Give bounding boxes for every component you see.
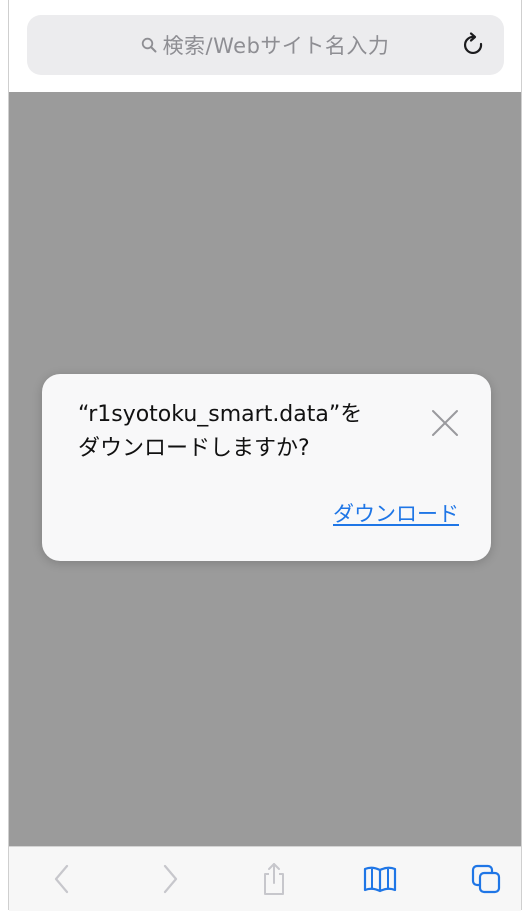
bottom-toolbar — [9, 846, 521, 911]
chevron-right-icon — [163, 864, 178, 894]
back-button[interactable] — [37, 847, 87, 911]
dialog-message-line2: ダウンロードしますか? — [78, 436, 310, 461]
forward-button[interactable] — [145, 847, 195, 911]
download-dialog: “r1syotoku_smart.data”を ダウンロードしますか? ダウンロ… — [42, 374, 491, 561]
reload-icon — [463, 32, 483, 55]
tabs-button[interactable] — [461, 847, 511, 911]
search-placeholder: 検索/Webサイト名入力 — [162, 34, 390, 58]
address-bar-area: 検索/Webサイト名入力 — [9, 0, 521, 92]
share-icon — [264, 863, 284, 895]
bookmarks-button[interactable] — [355, 847, 405, 911]
close-button[interactable] — [430, 408, 460, 438]
search-icon — [141, 37, 157, 53]
address-bar-content: 検索/Webサイト名入力 — [65, 15, 465, 75]
dialog-message-line1: “r1syotoku_smart.data”を — [78, 402, 363, 427]
book-icon — [363, 866, 397, 893]
close-icon — [432, 410, 458, 436]
share-button[interactable] — [249, 847, 299, 911]
dialog-message: “r1syotoku_smart.data”を ダウンロードしますか? — [78, 398, 398, 466]
reload-button[interactable] — [458, 29, 490, 61]
chevron-left-icon — [54, 864, 69, 894]
page-content-overlay: “r1syotoku_smart.data”を ダウンロードしますか? ダウンロ… — [9, 92, 521, 846]
tabs-icon — [471, 864, 501, 894]
download-button[interactable]: ダウンロード — [333, 498, 459, 528]
address-bar[interactable]: 検索/Webサイト名入力 — [27, 15, 504, 75]
browser-window: 検索/Webサイト名入力 “r1syotoku_smart.data”を ダウン… — [8, 0, 522, 911]
